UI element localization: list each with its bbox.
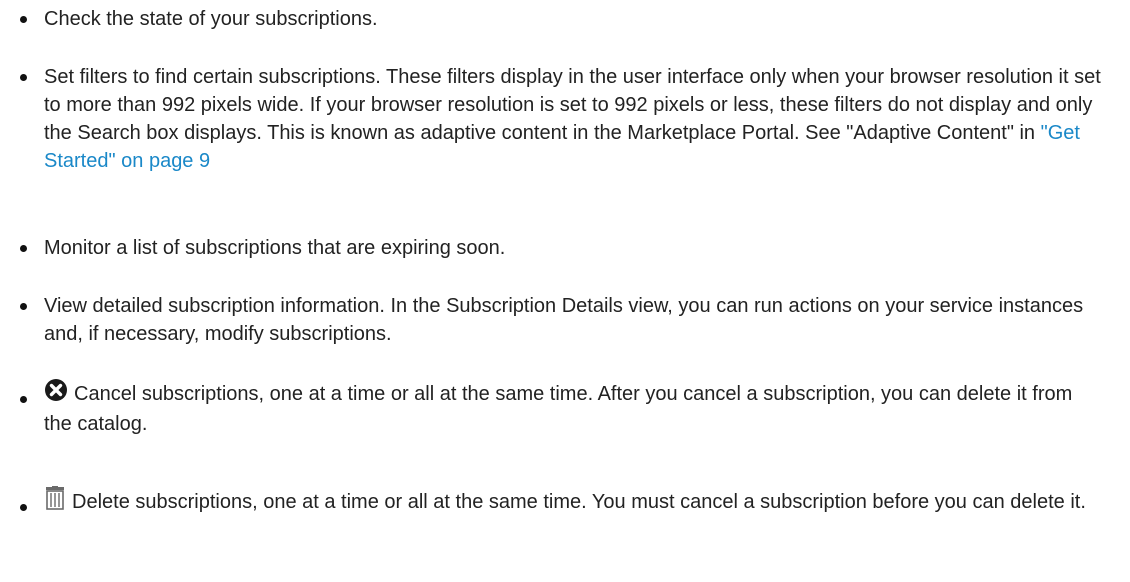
bullet-dot-icon [20, 74, 27, 81]
list-item-text-content: Set filters to find certain subscription… [44, 66, 1101, 144]
trash-can-icon [44, 486, 66, 518]
list-item-monitor-expiring: Monitor a list of subscriptions that are… [0, 234, 1110, 262]
list-item-text: Set filters to find certain subscription… [44, 63, 1104, 175]
bullet-dot-icon [20, 245, 27, 252]
bullet-dot-icon [20, 16, 27, 23]
list-item-text: Monitor a list of subscriptions that are… [44, 237, 506, 259]
list-item-text: Cancel subscriptions, one at a time or a… [44, 378, 1104, 438]
cancel-circle-x-icon [44, 378, 68, 410]
list-item-set-filters: Set filters to find certain subscription… [0, 63, 1110, 175]
list-item-text: View detailed subscription information. … [44, 295, 1084, 345]
list-item-cancel-subscriptions: Cancel subscriptions, one at a time or a… [0, 378, 1110, 438]
list-item-text: Check the state of your subscriptions. [44, 8, 378, 30]
list-item-text: Delete subscriptions, one at a time or a… [44, 486, 1104, 518]
bullet-dot-icon [20, 396, 27, 403]
list-item-text-content: Cancel subscriptions, one at a time or a… [44, 383, 1073, 435]
bullet-dot-icon [20, 504, 27, 511]
list-item-text-content: Delete subscriptions, one at a time or a… [72, 491, 1086, 513]
bullet-dot-icon [20, 303, 27, 310]
list-item-delete-subscriptions: Delete subscriptions, one at a time or a… [0, 486, 1110, 518]
list-item-view-details: View detailed subscription information. … [0, 292, 1110, 348]
list-item-check-state: Check the state of your subscriptions. [0, 5, 1110, 33]
document-page: Check the state of your subscriptions. S… [0, 0, 1130, 582]
